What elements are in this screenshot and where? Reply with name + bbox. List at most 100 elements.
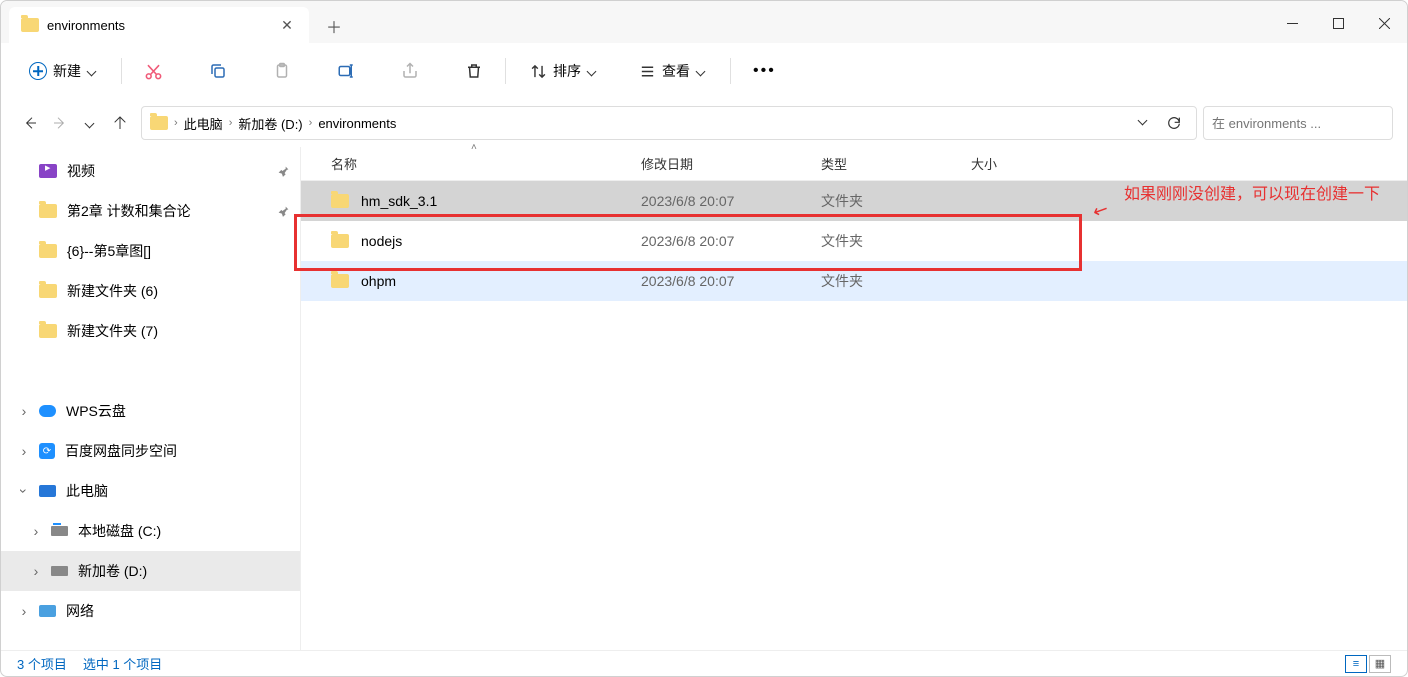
file-date: 2023/6/8 20:07 [641,233,821,249]
main: 视频 第2章 计数和集合论 {6}--第5章图[] 新建文件夹 (6) [1,147,1407,650]
tab-active[interactable]: environments ✕ [9,7,309,43]
folder-icon [39,324,57,338]
separator [505,58,506,84]
file-row[interactable]: ohpm 2023/6/8 20:07 文件夹 [301,261,1407,301]
breadcrumb[interactable]: 此电脑 [184,114,223,133]
new-label: 新建 [53,61,81,81]
chevron-right-icon[interactable]: › [17,604,31,618]
sidebar-item-disk-d[interactable]: › 新加卷 (D:) [1,551,300,591]
sidebar-label: 本地磁盘 (C:) [78,521,161,541]
toolbar: 新建 排序 [1,43,1407,99]
disk-icon [51,526,68,536]
status-bar: 3 个项目 选中 1 个项目 ≡ ▦ [1,650,1407,676]
up-button[interactable] [105,108,135,138]
sort-button[interactable]: 排序 [520,55,607,87]
sidebar-item-folder[interactable]: 第2章 计数和集合论 [1,191,300,231]
sidebar[interactable]: 视频 第2章 计数和集合论 {6}--第5章图[] 新建文件夹 (6) [1,147,301,650]
view-label: 查看 [662,61,690,81]
new-button[interactable]: 新建 [19,55,107,87]
chevron-down-icon[interactable]: › [17,484,31,498]
column-date[interactable]: 修改日期 [641,154,821,173]
column-name[interactable]: 名称 ˄ [331,154,641,173]
chevron-right-icon[interactable]: › [29,564,43,578]
window: environments ✕ ＋ 新建 [0,0,1408,677]
window-controls [1269,3,1407,43]
folder-icon [21,18,39,32]
refresh-button[interactable] [1166,115,1182,131]
sidebar-label: 此电脑 [66,481,108,501]
close-icon[interactable]: ✕ [277,15,297,35]
file-date: 2023/6/8 20:07 [641,273,821,289]
chevron-right-icon[interactable]: › [17,444,31,458]
file-name: hm_sdk_3.1 [361,193,437,209]
sidebar-item-disk-c[interactable]: › 本地磁盘 (C:) [1,511,300,551]
history-dropdown[interactable] [75,108,105,138]
breadcrumb[interactable]: 新加卷 (D:) [238,114,302,133]
sort-indicator-icon: ˄ [471,142,477,153]
breadcrumb[interactable]: environments [318,116,396,131]
column-type[interactable]: 类型 [821,154,971,173]
chevron-right-icon: › [174,117,178,129]
back-button[interactable] [15,108,45,138]
new-tab-button[interactable]: ＋ [317,9,351,43]
baidu-icon: ⟳ [39,443,55,459]
separator [730,58,731,84]
more-button[interactable]: ••• [745,56,784,86]
sidebar-item-wps[interactable]: › WPS云盘 [1,391,300,431]
sidebar-item-folder[interactable]: 新建文件夹 (6) [1,271,300,311]
chevron-right-icon: › [229,117,233,129]
forward-button[interactable] [45,108,75,138]
chevron-down-icon[interactable] [1138,115,1148,125]
sort-label: 排序 [553,61,581,81]
folder-icon [331,234,349,248]
chevron-down-icon [85,118,95,128]
column-size[interactable]: 大小 [971,154,1071,173]
file-name: ohpm [361,273,396,289]
sidebar-item-baidu[interactable]: › ⟳ 百度网盘同步空间 [1,431,300,471]
chevron-right-icon[interactable]: › [29,524,43,538]
view-button[interactable]: 查看 [629,55,716,87]
sidebar-label: 视频 [67,161,95,181]
sidebar-label: 新建文件夹 (6) [67,281,158,301]
file-type: 文件夹 [821,271,971,291]
folder-icon [39,284,57,298]
share-button[interactable] [393,56,427,86]
sidebar-item-thispc[interactable]: › 此电脑 [1,471,300,511]
nav-arrows [15,108,135,138]
close-window-button[interactable] [1361,3,1407,43]
search-box[interactable] [1203,106,1393,140]
search-input[interactable] [1212,116,1388,131]
plus-circle-icon [29,62,47,80]
minimize-button[interactable] [1269,3,1315,43]
details-view-button[interactable]: ≡ [1345,655,1367,673]
delete-button[interactable] [457,56,491,86]
cut-button[interactable] [136,56,171,87]
pin-icon [277,165,290,178]
sidebar-item-folder[interactable]: {6}--第5章图[] [1,231,300,271]
sidebar-label: 第2章 计数和集合论 [67,201,191,221]
file-row[interactable]: hm_sdk_3.1 2023/6/8 20:07 文件夹 [301,181,1407,221]
content-pane[interactable]: 名称 ˄ 修改日期 类型 大小 hm_sdk_3.1 2023/6/8 20:0… [301,147,1407,650]
file-row[interactable]: nodejs 2023/6/8 20:07 文件夹 [301,221,1407,261]
file-date: 2023/6/8 20:07 [641,193,821,209]
sidebar-item-network[interactable]: › 网络 [1,591,300,631]
rename-button[interactable] [329,56,363,86]
sidebar-item-folder[interactable]: 新建文件夹 (7) [1,311,300,351]
sidebar-label: {6}--第5章图[] [67,241,151,261]
folder-icon [39,244,57,258]
navbar: › 此电脑 › 新加卷 (D:) › environments [1,99,1407,147]
maximize-button[interactable] [1315,3,1361,43]
status-selected: 选中 1 个项目 [83,654,162,673]
sidebar-item-videos[interactable]: 视频 [1,151,300,191]
paste-button[interactable] [265,56,299,86]
icons-view-button[interactable]: ▦ [1369,655,1391,673]
pc-icon [39,485,56,497]
column-headers: 名称 ˄ 修改日期 类型 大小 [301,147,1407,181]
folder-icon [150,116,168,130]
sidebar-label: 新加卷 (D:) [78,561,147,581]
folder-icon [331,274,349,288]
copy-button[interactable] [201,56,235,86]
tab-title: environments [47,18,277,33]
address-bar[interactable]: › 此电脑 › 新加卷 (D:) › environments [141,106,1197,140]
chevron-right-icon[interactable]: › [17,404,31,418]
